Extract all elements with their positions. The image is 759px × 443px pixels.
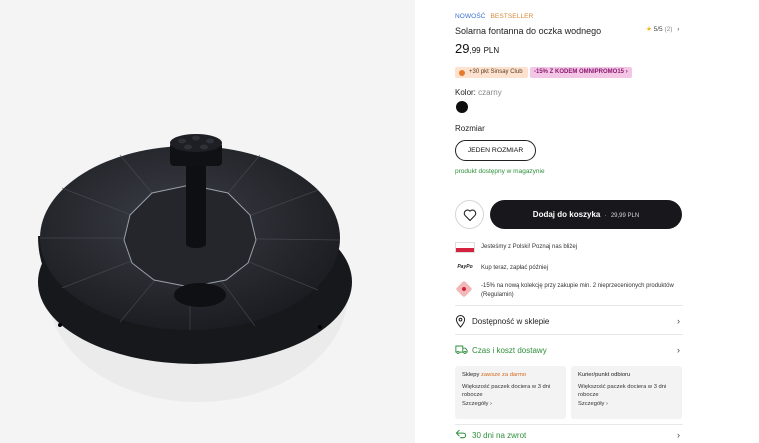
- info-text-polish[interactable]: Jesteśmy z Polski! Poznaj nas bliżej: [481, 243, 701, 252]
- delivery-card-courier: Kurier/punkt odbioru Większość paczek do…: [571, 366, 682, 419]
- solar-fountain-image: [38, 134, 352, 402]
- color-label: Kolor: czarny: [455, 88, 502, 97]
- size-option-button[interactable]: JEDEN ROZMIAR: [455, 140, 536, 161]
- promo-tag-icon: [455, 280, 473, 298]
- delivery-card-stores: Sklepy zawsze za darmo Większość paczek …: [455, 366, 566, 419]
- club-points-text: +30 pkt Sinsay Club: [469, 69, 523, 75]
- info-text-paypo: Kup teraz, zapłać później: [481, 265, 549, 271]
- divider: [455, 305, 683, 306]
- location-pin-icon: [455, 315, 466, 328]
- card-note: zawsze za darmo: [481, 372, 527, 378]
- card-body: Większość paczek dociera w 3 dni robocze: [578, 383, 667, 399]
- rating-count: (2): [664, 26, 673, 33]
- product-image[interactable]: [0, 0, 415, 443]
- chevron-right-icon: ›: [677, 345, 680, 355]
- stock-status: produkt dostępny w magazynie: [455, 168, 545, 175]
- returns-label: 30 dni na zwrot: [472, 431, 527, 440]
- product-title: Solarna fontanna do oczka wodnego: [455, 26, 602, 36]
- cart-separator: ·: [604, 213, 607, 219]
- card-title: Kurier/punkt odbioru: [578, 372, 631, 378]
- wishlist-button[interactable]: [455, 200, 484, 229]
- star-icon: ★: [646, 26, 652, 33]
- chevron-right-icon: ›: [677, 430, 680, 440]
- tag-bestseller: BESTSELLER: [490, 13, 534, 20]
- chevron-right-icon: ›: [677, 26, 680, 33]
- add-to-cart-price: 29,99 PLN: [610, 213, 640, 219]
- paypo-icon: PayPo: [457, 264, 473, 270]
- add-to-cart-label: Dodaj do koszyka: [532, 210, 601, 219]
- product-price: 29,99 PLN: [455, 41, 499, 56]
- info-text-promo[interactable]: -15% na nową kolekcję przy zakupie min. …: [481, 282, 691, 300]
- price-currency: PLN: [483, 46, 500, 55]
- color-label-text: Kolor:: [455, 88, 476, 97]
- details-link[interactable]: Szczegóły ›: [578, 400, 675, 409]
- chevron-right-icon: ›: [677, 316, 680, 326]
- rating-value: 5/5: [653, 26, 663, 33]
- promo-code-text: -15% Z KODEM OMNIPROMO15: [534, 69, 625, 75]
- return-arrow-icon: [455, 429, 467, 439]
- price-integer: 29: [455, 41, 470, 56]
- color-value: czarny: [478, 88, 502, 97]
- club-points-badge: +30 pkt Sinsay Club: [455, 67, 528, 78]
- returns-link[interactable]: 30 dni na zwrot ›: [455, 429, 683, 443]
- club-icon: [459, 69, 465, 76]
- divider: [455, 334, 683, 335]
- color-swatch-black[interactable]: [456, 101, 468, 113]
- tag-new: NOWOŚĆ: [455, 13, 486, 20]
- truck-icon: [455, 345, 468, 355]
- polish-flag-icon: [455, 242, 475, 253]
- add-to-cart-button[interactable]: Dodaj do koszyka · 29,99 PLN: [490, 200, 682, 229]
- card-title: Sklepy zawsze za darmo: [462, 371, 559, 380]
- heart-icon: [463, 209, 477, 221]
- size-label: Rozmiar: [455, 124, 485, 133]
- product-tags: NOWOŚĆ BESTSELLER: [455, 13, 533, 20]
- chevron-right-icon: ›: [625, 69, 628, 75]
- product-panel: NOWOŚĆ BESTSELLER ★ 5/5 (2) › Solarna fo…: [455, 0, 685, 443]
- card-body: Większość paczek dociera w 3 dni robocze: [462, 383, 551, 399]
- card-title-text: Sklepy: [462, 372, 480, 378]
- promo-code-badge[interactable]: -15% Z KODEM OMNIPROMO15 ›: [530, 67, 632, 78]
- price-decimal: ,99: [469, 46, 481, 55]
- details-link[interactable]: Szczegóły ›: [462, 400, 559, 409]
- rating[interactable]: ★ 5/5 (2) ›: [646, 25, 679, 33]
- store-availability-link[interactable]: Dostępność w sklepie ›: [455, 315, 683, 329]
- delivery-info-link[interactable]: Czas i koszt dostawy ›: [455, 344, 683, 358]
- divider: [455, 424, 683, 425]
- delivery-info-label: Czas i koszt dostawy: [472, 346, 547, 355]
- store-availability-label: Dostępność w sklepie: [472, 317, 550, 326]
